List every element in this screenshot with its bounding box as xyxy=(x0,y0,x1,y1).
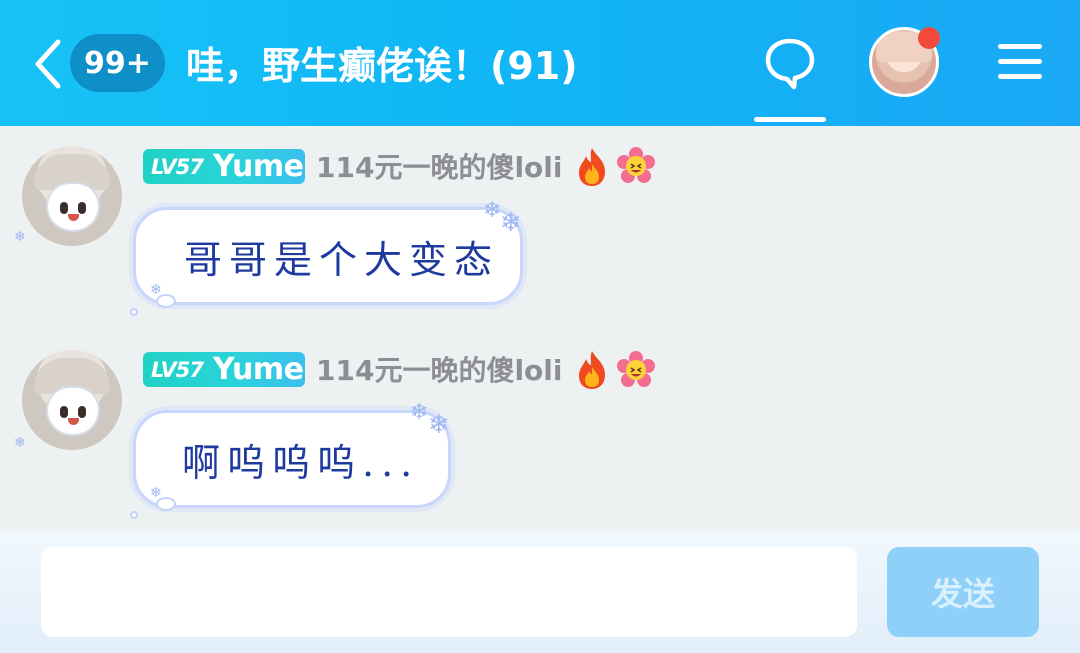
message-item: LV57 Yume 114元一晚的傻loli 啊呜呜呜... ❄ ❄ ❄ ❄ xyxy=(0,328,1080,528)
hamburger-line xyxy=(998,74,1042,79)
hamburger-line xyxy=(998,59,1042,64)
unread-count-badge[interactable]: 99+ xyxy=(70,34,165,92)
avatar-face xyxy=(48,388,98,434)
snowflake-decoration: ❄ xyxy=(483,198,502,223)
menu-button[interactable] xyxy=(998,44,1042,80)
flower-emoji-icon xyxy=(617,147,655,183)
avatar-mouth xyxy=(68,418,79,425)
input-bar: 发送 xyxy=(0,532,1080,653)
message-bubble[interactable]: 哥哥是个大变态 xyxy=(133,207,523,305)
member-level-tag[interactable]: LV57 Yume xyxy=(143,149,305,184)
chat-tab[interactable] xyxy=(754,30,826,122)
sender-nickname[interactable]: 114元一晚的傻loli xyxy=(316,351,562,391)
flower-emoji-icon xyxy=(617,351,655,387)
message-input[interactable] xyxy=(41,547,857,637)
avatar-mouth xyxy=(68,214,79,221)
avatar-eye xyxy=(60,202,68,214)
bubble-decoration xyxy=(156,497,176,511)
avatar-eye xyxy=(78,406,86,418)
snowflake-decoration: ❄ xyxy=(410,400,429,425)
send-button[interactable]: 发送 xyxy=(887,547,1039,637)
group-title: 哇，野生癫佬诶！(91) xyxy=(186,44,578,88)
message-bubble[interactable]: 啊呜呜呜... xyxy=(133,410,451,508)
active-tab-indicator xyxy=(754,117,826,122)
avatar-eye xyxy=(60,406,68,418)
back-button[interactable] xyxy=(28,36,72,92)
bubble-decoration xyxy=(156,294,176,308)
member-title: Yume xyxy=(212,352,304,387)
chevron-left-icon xyxy=(35,39,61,89)
hamburger-menu-icon xyxy=(998,44,1042,49)
chat-bubble-icon xyxy=(765,38,815,90)
fire-icon xyxy=(579,148,605,186)
sender-avatar[interactable] xyxy=(22,146,122,246)
snowflake-decoration: ❄ xyxy=(14,229,26,245)
member-level-tag[interactable]: LV57 Yume xyxy=(143,352,305,387)
message-text: 哥哥是个大变态 xyxy=(184,237,500,282)
fire-icon xyxy=(579,351,605,389)
member-title: Yume xyxy=(212,149,304,184)
level-label: LV57 xyxy=(151,154,204,179)
message-text: 啊呜呜呜... xyxy=(182,440,420,485)
avatar-face xyxy=(48,184,98,230)
bubble-decoration xyxy=(130,511,138,519)
message-item: LV57 Yume 114元一晚的傻loli 哥哥是个大变态 ❄ ❄ ❄ ❄ xyxy=(0,126,1080,326)
sender-nickname[interactable]: 114元一晚的傻loli xyxy=(316,148,562,188)
avatar-eye xyxy=(78,202,86,214)
snowflake-decoration: ❄ xyxy=(500,208,522,238)
snowflake-decoration: ❄ xyxy=(14,435,26,451)
sender-avatar[interactable] xyxy=(22,350,122,450)
notification-dot xyxy=(918,27,940,49)
snowflake-decoration: ❄ xyxy=(428,410,450,440)
top-bar: 99+ 哇，野生癫佬诶！(91) xyxy=(0,0,1080,126)
level-label: LV57 xyxy=(151,357,204,382)
bubble-decoration xyxy=(130,308,138,316)
